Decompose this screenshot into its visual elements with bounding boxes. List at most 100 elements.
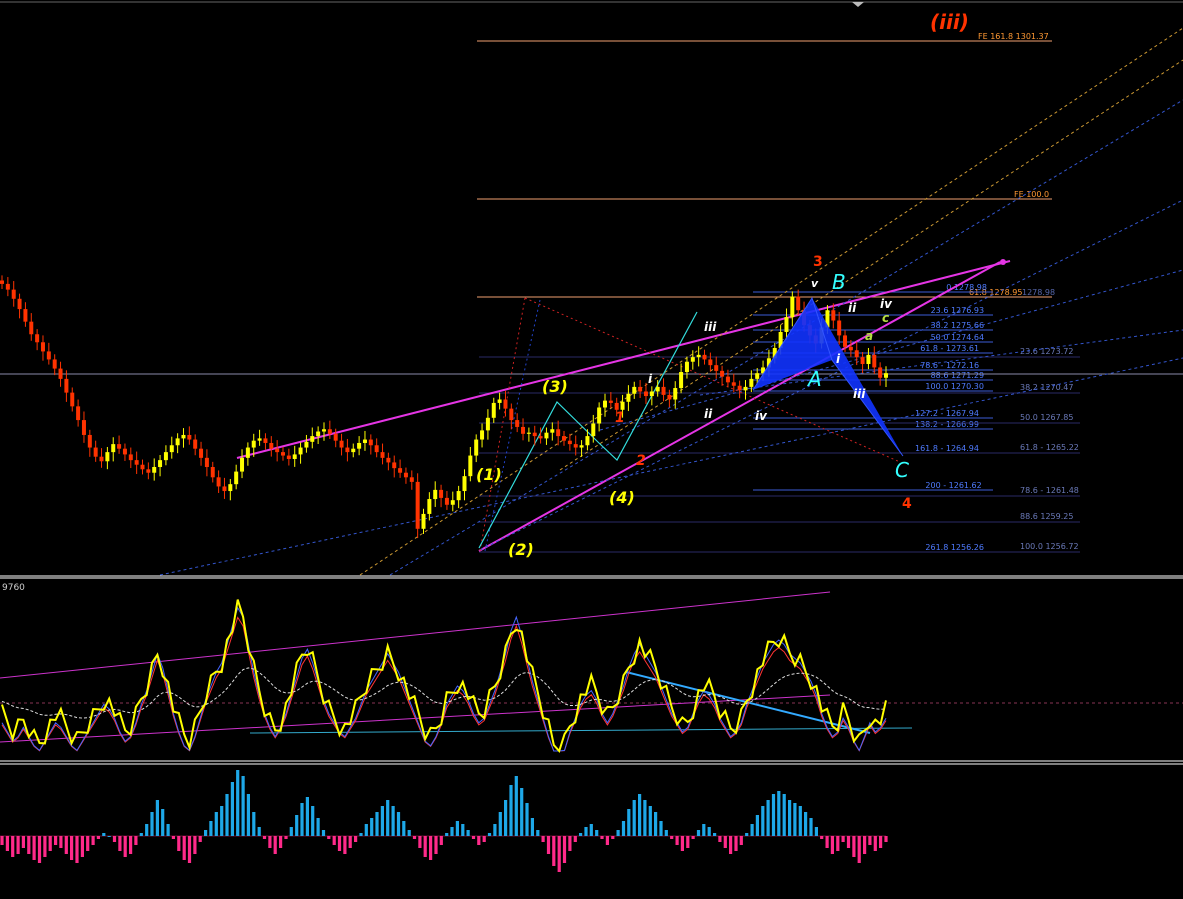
histogram-bar <box>557 836 561 872</box>
histogram-bar <box>177 836 181 851</box>
histogram-bar <box>439 836 443 845</box>
histogram-bar <box>289 827 293 836</box>
histogram-bar <box>123 836 127 857</box>
histogram-bar <box>884 836 888 842</box>
histogram-bar <box>268 836 272 848</box>
histogram-bar <box>5 836 9 851</box>
histogram-bar <box>530 818 534 836</box>
histogram-bar <box>820 836 824 839</box>
histogram-bar <box>873 836 877 851</box>
candle-body <box>245 447 250 458</box>
candle-body <box>269 442 274 449</box>
candle-body <box>257 438 262 441</box>
histogram-bar <box>552 836 556 866</box>
histogram-bar <box>112 836 117 842</box>
candle-body <box>46 351 51 360</box>
candle-body <box>485 417 490 431</box>
candle-body <box>158 460 163 468</box>
histogram-bar <box>595 830 599 836</box>
histogram-bar <box>236 770 240 836</box>
histogram-bar <box>171 836 175 839</box>
histogram-bar <box>579 833 583 836</box>
candle-body <box>884 373 888 378</box>
histogram-bar <box>686 836 690 848</box>
histogram-bar <box>691 836 695 839</box>
candle-body <box>749 378 754 387</box>
candle-body <box>327 429 332 434</box>
candle-body <box>275 448 280 453</box>
histogram-bar <box>332 836 336 845</box>
histogram-bar <box>209 821 213 836</box>
histogram-bar <box>187 836 192 863</box>
histogram-bar <box>139 833 143 836</box>
histogram-bar <box>193 836 197 854</box>
candle-body <box>281 452 286 456</box>
histogram-bar <box>134 836 138 845</box>
fib-level-label: 78.6 - 1272.16 <box>920 361 979 370</box>
fib-level-label: 88.6 1271.29 <box>931 371 984 380</box>
histogram-bar <box>680 836 684 851</box>
histogram-bar <box>75 836 79 863</box>
histogram-bar <box>788 800 792 836</box>
candle-body <box>204 457 209 468</box>
candle-body <box>240 457 245 472</box>
candle-body <box>503 399 508 409</box>
candle-body <box>380 452 385 458</box>
candle-body <box>386 457 391 463</box>
histogram-bar <box>348 836 352 848</box>
histogram-bar <box>43 836 47 857</box>
wave-label: a <box>865 329 873 343</box>
histogram-bar <box>804 812 808 836</box>
histogram-bar <box>520 788 524 836</box>
candle-body <box>29 321 34 335</box>
histogram-bar <box>118 836 122 851</box>
wave-label: iv <box>880 297 893 311</box>
candle-body <box>210 467 215 478</box>
histogram-bar <box>225 794 229 836</box>
histogram-bar <box>504 800 508 836</box>
wave-label: (iii) <box>930 10 969 34</box>
candle-body <box>679 372 684 389</box>
candle-body <box>655 386 660 392</box>
histogram-bar <box>91 836 95 845</box>
histogram-bar <box>182 836 186 860</box>
histogram-bar <box>750 824 754 836</box>
candle-body <box>415 481 420 529</box>
histogram-bar <box>675 836 679 845</box>
fib-level-label: 138.2 - 1266.99 <box>915 420 979 429</box>
candle-body <box>614 402 619 410</box>
candle-body <box>444 497 449 505</box>
wave-label: iii <box>853 387 866 401</box>
candle-body <box>76 406 81 421</box>
candle-body <box>796 296 801 311</box>
candle-body <box>251 440 256 448</box>
candle-body <box>87 434 92 448</box>
histogram-bar <box>21 836 25 848</box>
candle-body <box>626 393 631 402</box>
histogram-bar <box>150 812 154 836</box>
histogram-bar <box>498 812 502 836</box>
chart-canvas[interactable]: FE 161.8 1301.37FE 100.061.8 1278.95 1278… <box>0 0 1183 899</box>
wave-label: (4) <box>609 488 635 507</box>
histogram-bar <box>364 824 368 836</box>
candle-body <box>643 391 648 397</box>
candle-body <box>661 386 666 395</box>
candle-body <box>58 368 63 379</box>
histogram-bar <box>723 836 727 848</box>
histogram-bar <box>418 836 422 848</box>
histogram-bar <box>246 794 250 836</box>
candle-body <box>17 298 22 310</box>
histogram-bar <box>761 806 765 836</box>
candle-body <box>105 452 110 462</box>
fib-right-label: 78.6 - 1261.48 <box>1020 486 1079 495</box>
histogram-bar <box>407 830 411 836</box>
candle-body <box>70 392 75 407</box>
histogram-bar <box>0 836 4 845</box>
candle-body <box>585 436 590 446</box>
candle-body <box>468 455 473 477</box>
oscillator-label: 9760 <box>2 583 25 593</box>
histogram-bar <box>386 800 390 836</box>
histogram-bar <box>214 812 218 836</box>
candle-body <box>409 477 414 482</box>
histogram-bar <box>755 815 759 836</box>
